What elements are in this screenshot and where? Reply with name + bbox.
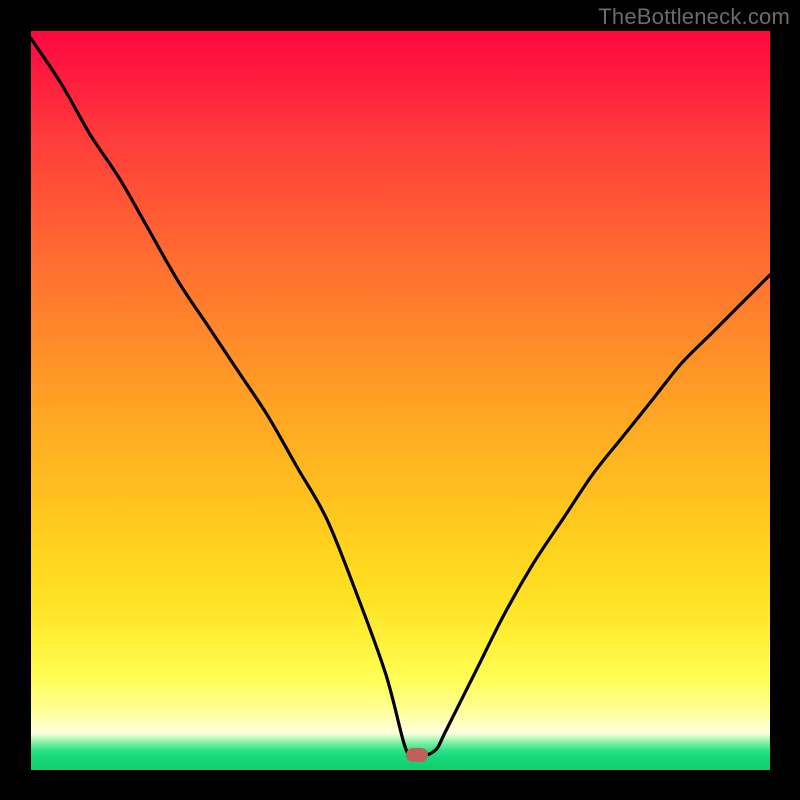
- trough-marker: [406, 748, 428, 762]
- watermark-text: TheBottleneck.com: [598, 4, 790, 30]
- plot-area: [31, 31, 770, 770]
- bottleneck-curve: [31, 31, 770, 770]
- chart-frame: TheBottleneck.com: [0, 0, 800, 800]
